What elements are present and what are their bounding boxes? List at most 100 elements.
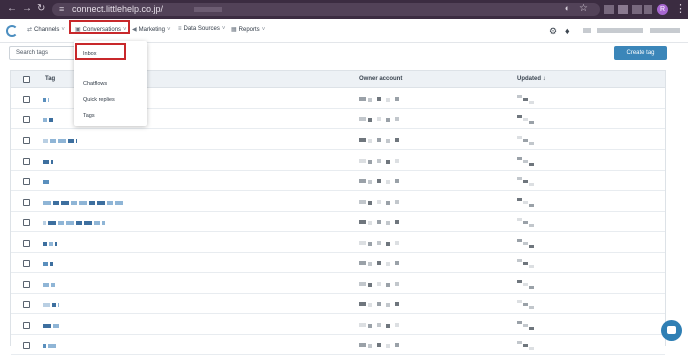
- column-header-tag[interactable]: Tag: [45, 76, 55, 82]
- database-icon: ≡: [178, 26, 182, 32]
- tag-name-redacted: [43, 221, 46, 225]
- row-checkbox[interactable]: [23, 322, 30, 329]
- owner-redacted: [386, 283, 390, 287]
- create-tag-button[interactable]: Create tag: [614, 46, 667, 60]
- nav-reports[interactable]: ▦ Reports ˅: [231, 26, 265, 33]
- owner-redacted: [395, 159, 399, 163]
- row-checkbox[interactable]: [23, 116, 30, 123]
- row-checkbox[interactable]: [23, 137, 30, 144]
- table-row[interactable]: [11, 254, 665, 273]
- tag-name-redacted: [55, 242, 57, 246]
- reload-icon[interactable]: ↻: [37, 3, 45, 14]
- table-row[interactable]: [11, 295, 665, 314]
- table-row[interactable]: [11, 152, 665, 171]
- bell-icon[interactable]: ♦: [565, 26, 570, 36]
- updated-redacted: [523, 180, 528, 183]
- owner-redacted: [386, 262, 390, 266]
- owner-redacted: [386, 160, 390, 164]
- table-row[interactable]: [11, 234, 665, 253]
- account-name-redacted[interactable]: [597, 28, 643, 33]
- chevron-down-icon: ˅: [166, 27, 171, 33]
- extension-icon[interactable]: [632, 5, 642, 14]
- row-checkbox[interactable]: [23, 301, 30, 308]
- nav-data-sources[interactable]: ≡ Data Sources ˅: [178, 26, 225, 32]
- nav-marketing[interactable]: ◀ Marketing ˅: [132, 26, 170, 33]
- table-row[interactable]: [11, 275, 665, 294]
- extension-icon[interactable]: [604, 5, 614, 14]
- owner-redacted: [368, 118, 372, 122]
- owner-redacted: [359, 343, 366, 347]
- row-checkbox[interactable]: [23, 281, 30, 288]
- table-row[interactable]: [11, 193, 665, 212]
- row-checkbox[interactable]: [23, 96, 30, 103]
- workspace-name-redacted[interactable]: [650, 28, 680, 33]
- settings-gear-icon[interactable]: ⚙: [549, 26, 557, 37]
- table-row[interactable]: [11, 213, 665, 232]
- select-all-checkbox[interactable]: [23, 76, 30, 83]
- chevron-down-icon: ˅: [61, 27, 65, 33]
- extension-icon[interactable]: [644, 5, 652, 14]
- row-checkbox[interactable]: [23, 178, 30, 185]
- table-row[interactable]: [11, 316, 665, 335]
- owner-redacted: [359, 159, 366, 163]
- column-header-updated[interactable]: Updated ↓: [517, 76, 546, 82]
- updated-redacted: [523, 98, 528, 101]
- tag-name-redacted: [43, 139, 48, 143]
- updated-redacted: [517, 280, 522, 283]
- menu-item-tags[interactable]: Tags: [83, 113, 95, 119]
- browser-menu-icon[interactable]: ⋮: [675, 2, 686, 15]
- tag-name-redacted: [52, 303, 56, 307]
- chevron-down-icon: ˅: [261, 27, 266, 33]
- updated-redacted: [517, 157, 522, 160]
- chat-bubble-icon: [667, 326, 676, 334]
- owner-redacted: [368, 201, 372, 205]
- address-bar[interactable]: ≡ connect.littlehelp.co.jp/ ◐ ☆: [52, 3, 600, 16]
- tag-name-redacted: [94, 221, 100, 225]
- menu-item-chatflows[interactable]: Chatflows: [83, 81, 107, 87]
- updated-redacted: [523, 221, 528, 224]
- table-row[interactable]: [11, 172, 665, 191]
- owner-redacted: [368, 180, 372, 184]
- nav-channels[interactable]: ⇄ Channels ˅: [27, 26, 65, 33]
- updated-redacted: [529, 245, 534, 248]
- owner-redacted: [386, 221, 390, 225]
- owner-redacted: [377, 241, 381, 245]
- app-logo[interactable]: [6, 25, 18, 37]
- back-icon[interactable]: ←: [7, 3, 17, 14]
- account-avatar[interactable]: [583, 28, 591, 33]
- row-checkbox[interactable]: [23, 260, 30, 267]
- owner-redacted: [359, 200, 366, 204]
- tag-name-redacted: [97, 201, 105, 205]
- extension-icon[interactable]: [618, 5, 628, 14]
- chevron-down-icon: ˅: [221, 26, 226, 32]
- profile-avatar[interactable]: R: [657, 4, 668, 15]
- forward-icon[interactable]: →: [22, 3, 32, 14]
- bookmark-star-icon[interactable]: ☆: [579, 3, 588, 14]
- column-header-owner[interactable]: Owner account: [359, 76, 402, 82]
- updated-redacted: [517, 115, 522, 118]
- lens-icon[interactable]: ◐: [565, 3, 570, 13]
- owner-redacted: [386, 201, 390, 205]
- owner-redacted: [377, 200, 381, 204]
- updated-redacted: [517, 218, 522, 221]
- table-row[interactable]: [11, 131, 665, 150]
- menu-item-quick-replies[interactable]: Quick replies: [83, 97, 115, 103]
- owner-redacted: [368, 283, 372, 287]
- tag-name-redacted: [58, 139, 66, 143]
- row-checkbox[interactable]: [23, 219, 30, 226]
- owner-redacted: [368, 324, 372, 328]
- tag-name-redacted: [43, 283, 49, 287]
- updated-redacted: [523, 324, 528, 327]
- updated-redacted: [517, 198, 522, 201]
- owner-redacted: [368, 221, 372, 225]
- row-checkbox[interactable]: [23, 158, 30, 165]
- nav-label: Marketing: [138, 27, 165, 33]
- site-info-icon[interactable]: ≡: [59, 4, 69, 14]
- chat-widget-button[interactable]: [661, 320, 682, 341]
- row-checkbox[interactable]: [23, 199, 30, 206]
- owner-redacted: [359, 97, 366, 101]
- owner-redacted: [359, 179, 366, 183]
- row-checkbox[interactable]: [23, 240, 30, 247]
- owner-redacted: [377, 159, 381, 163]
- megaphone-icon: ◀: [132, 27, 137, 33]
